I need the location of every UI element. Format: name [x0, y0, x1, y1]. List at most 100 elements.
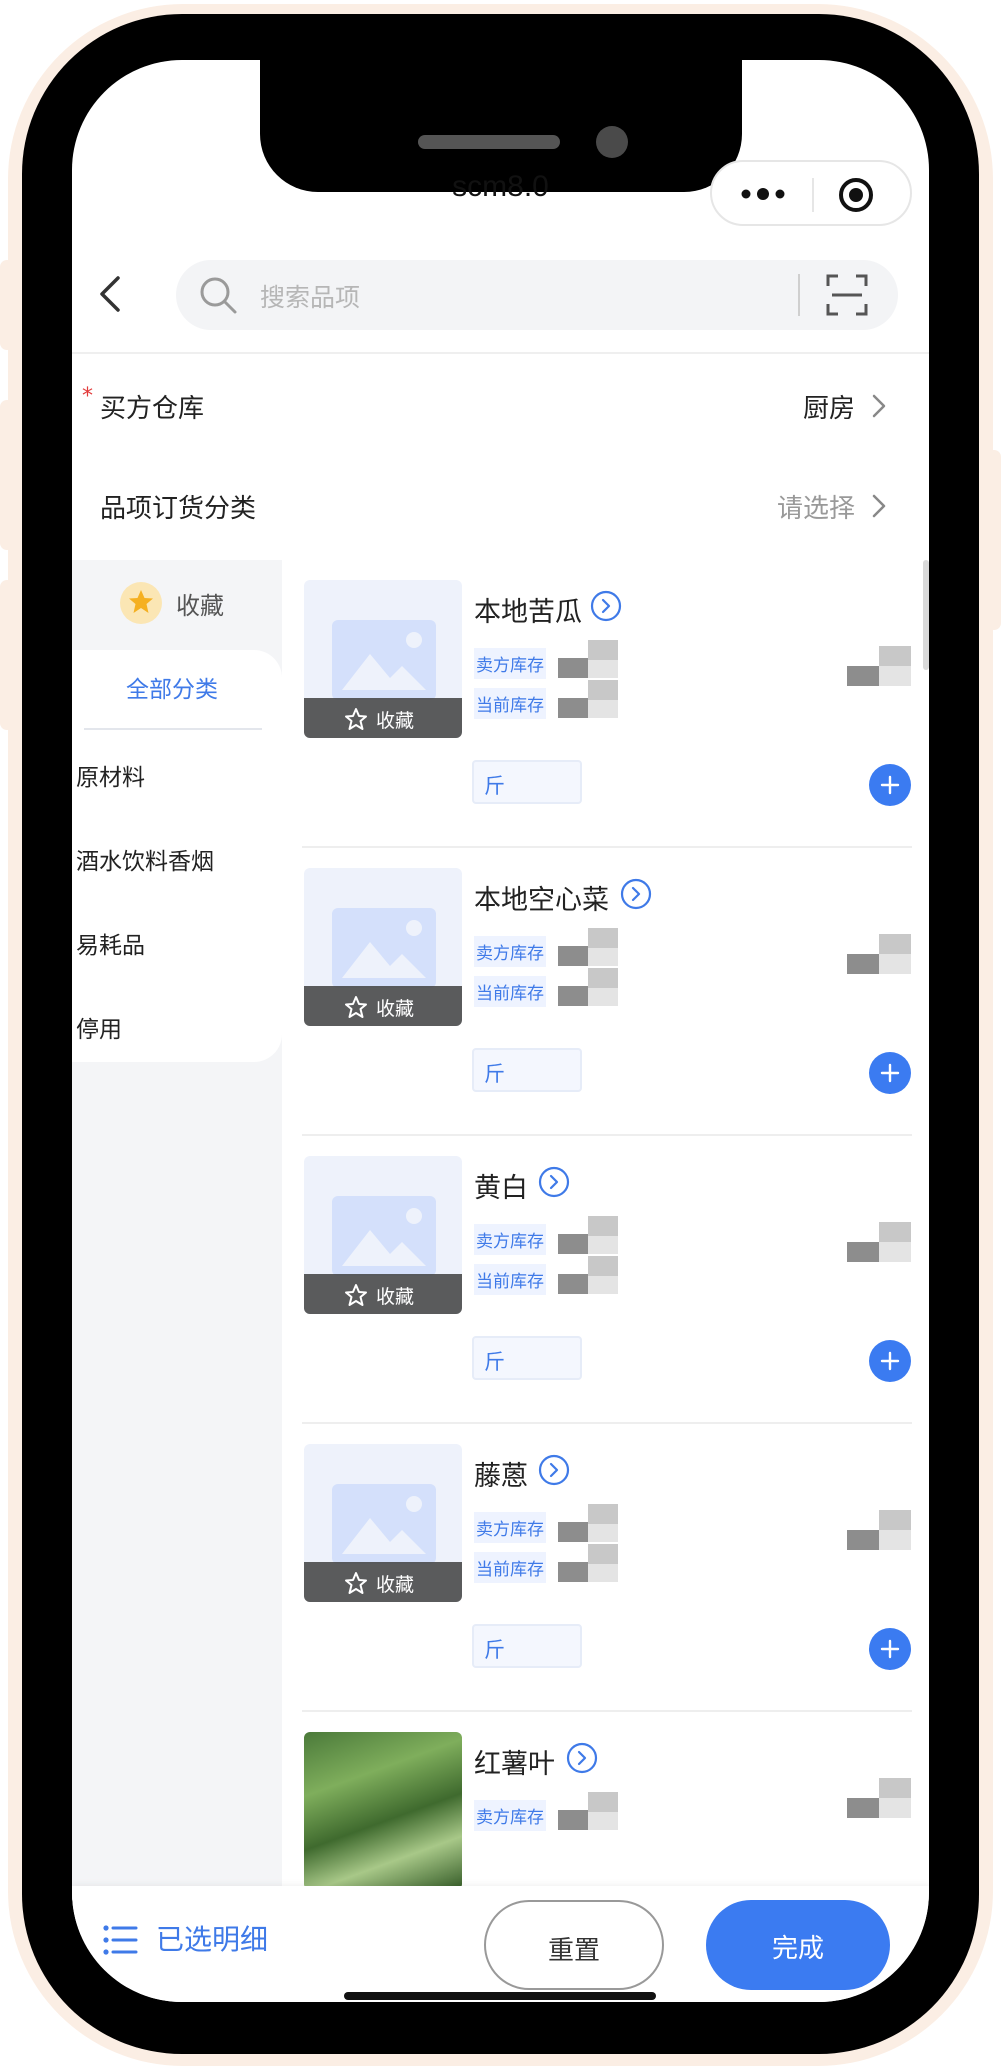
product-name: 藤蒽: [474, 1461, 528, 1492]
current-stock-label: 当前库存: [474, 1552, 546, 1583]
list-icon[interactable]: [102, 1922, 138, 1958]
category-divider: [84, 728, 262, 730]
favorite-button[interactable]: 收藏: [304, 698, 462, 738]
info-circle-icon[interactable]: [566, 1742, 598, 1774]
product-name: 本地苦瓜: [474, 597, 582, 628]
plus-icon: [880, 1063, 900, 1083]
info-circle-icon[interactable]: [538, 1454, 570, 1486]
star-icon: [345, 1284, 367, 1306]
buyer-warehouse-row[interactable]: * 买方仓库 厨房: [72, 360, 929, 450]
order-category-label: 品项订货分类: [100, 494, 257, 524]
more-icon[interactable]: [738, 182, 788, 206]
category-item[interactable]: 酒水饮料香烟: [76, 842, 214, 876]
order-category-value: 请选择: [776, 494, 855, 524]
category-item[interactable]: 停用: [76, 1010, 122, 1044]
search-icon: [200, 277, 237, 314]
product-item: 红薯叶 卖方库存: [282, 1712, 929, 1900]
product-name: 本地空心菜: [474, 885, 609, 916]
image-placeholder-icon: [332, 908, 436, 988]
unit-label: 斤: [484, 1638, 505, 1662]
unit-label: 斤: [484, 1350, 505, 1374]
seller-stock-label: 卖方库存: [474, 1800, 546, 1831]
redacted-value: [847, 1510, 911, 1550]
favorite-label: 收藏: [376, 998, 415, 1020]
scan-icon[interactable]: [826, 274, 868, 316]
plus-icon: [880, 1639, 900, 1659]
back-icon[interactable]: [96, 274, 124, 314]
product-item: 收藏 本地苦瓜 卖方库存 当前库存 斤: [282, 560, 929, 848]
category-item[interactable]: 原材料: [76, 758, 145, 792]
product-image[interactable]: 收藏: [304, 868, 462, 1026]
home-indicator: [344, 1992, 656, 2000]
redacted-value: [847, 1778, 911, 1818]
favorite-label: 收藏: [376, 1286, 415, 1308]
image-placeholder-icon: [332, 1196, 436, 1276]
category-item[interactable]: 易耗品: [76, 926, 145, 960]
star-icon: [345, 996, 367, 1018]
seller-stock-label: 卖方库存: [474, 936, 546, 967]
product-item: 收藏 黄白 卖方库存 当前库存 斤: [282, 1136, 929, 1424]
product-photo[interactable]: [304, 1732, 462, 1890]
seller-stock-label: 卖方库存: [474, 1224, 546, 1255]
buyer-warehouse-label: 买方仓库: [100, 394, 205, 424]
search-bar[interactable]: 搜索品项: [176, 260, 898, 330]
side-button: [0, 580, 14, 730]
unit-selector[interactable]: 斤: [472, 1336, 582, 1380]
product-item: 收藏 藤蒽 卖方库存 当前库存 斤: [282, 1424, 929, 1712]
unit-selector[interactable]: 斤: [472, 1624, 582, 1668]
info-circle-icon[interactable]: [590, 590, 622, 622]
favorites-label: 收藏: [176, 592, 224, 620]
done-button-label: 完成: [771, 1934, 824, 1964]
favorites-tab[interactable]: 收藏: [72, 560, 282, 644]
unit-selector[interactable]: 斤: [472, 1048, 582, 1092]
product-list: 收藏 本地苦瓜 卖方库存 当前库存 斤 收藏 本地空心菜 卖方库存 当前库存 斤…: [282, 560, 929, 1900]
current-stock-label: 当前库存: [474, 688, 546, 719]
current-stock-label: 当前库存: [474, 1264, 546, 1295]
reset-button[interactable]: 重置: [484, 1900, 664, 1990]
product-image[interactable]: 收藏: [304, 580, 462, 738]
unit-selector[interactable]: 斤: [472, 760, 582, 804]
image-placeholder-icon: [332, 620, 436, 700]
camera: [596, 126, 628, 158]
redacted-value: [847, 934, 911, 974]
unit-label: 斤: [484, 774, 505, 798]
favorite-button[interactable]: 收藏: [304, 1562, 462, 1602]
unit-label: 斤: [484, 1062, 505, 1086]
target-icon[interactable]: [838, 177, 874, 213]
product-name: 黄白: [474, 1173, 528, 1204]
favorite-label: 收藏: [376, 710, 415, 732]
category-all[interactable]: 全部分类: [72, 670, 272, 704]
search-separator: [798, 274, 800, 316]
add-button[interactable]: [869, 1340, 911, 1382]
product-item: 收藏 本地空心菜 卖方库存 当前库存 斤: [282, 848, 929, 1136]
add-button[interactable]: [869, 1052, 911, 1094]
favorite-button[interactable]: 收藏: [304, 986, 462, 1026]
order-category-row[interactable]: 品项订货分类 请选择: [72, 460, 929, 550]
star-icon: [345, 708, 367, 730]
chevron-right-icon: [872, 394, 886, 418]
side-button: [0, 260, 14, 350]
info-circle-icon[interactable]: [538, 1166, 570, 1198]
add-button[interactable]: [869, 1628, 911, 1670]
selected-detail-link[interactable]: 已选明细: [156, 1918, 268, 1958]
header-divider: [72, 352, 929, 354]
bottom-action-bar: 已选明细 重置 完成: [72, 1886, 929, 2002]
product-image[interactable]: 收藏: [304, 1444, 462, 1602]
star-icon: [345, 1572, 367, 1594]
side-button: [987, 450, 1001, 630]
category-sidebar: 收藏 全部分类 原材料 酒水饮料香烟 易耗品 停用: [72, 560, 282, 1900]
plus-icon: [880, 1351, 900, 1371]
star-icon: [129, 590, 153, 613]
info-circle-icon[interactable]: [620, 878, 652, 910]
add-button[interactable]: [869, 764, 911, 806]
speaker: [418, 135, 560, 149]
required-mark: *: [82, 384, 93, 409]
favorite-button[interactable]: 收藏: [304, 1274, 462, 1314]
seller-stock-label: 卖方库存: [474, 648, 546, 679]
redacted-value: [847, 646, 911, 686]
product-image[interactable]: 收藏: [304, 1156, 462, 1314]
done-button[interactable]: 完成: [706, 1900, 890, 1990]
seller-stock-label: 卖方库存: [474, 1512, 546, 1543]
search-input[interactable]: 搜索品项: [260, 278, 360, 314]
chevron-right-icon: [872, 494, 886, 518]
